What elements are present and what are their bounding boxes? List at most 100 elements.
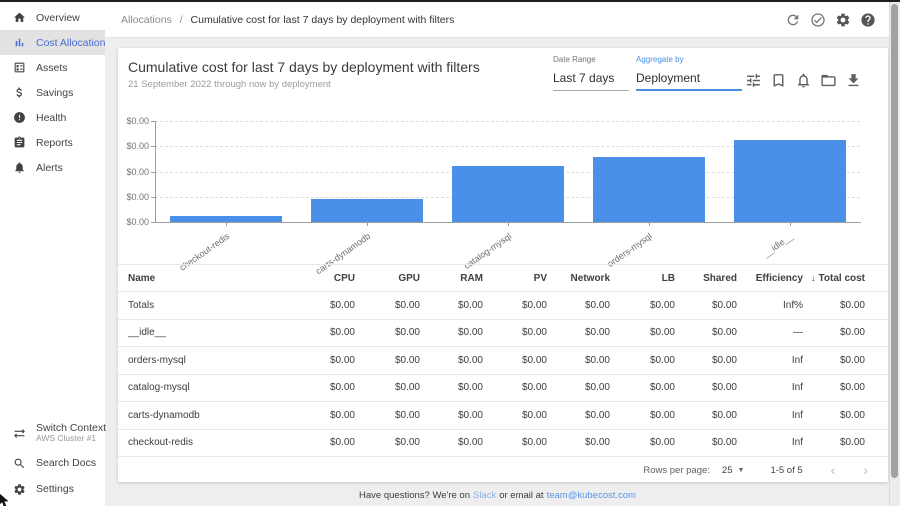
column-header-efficiency[interactable]: Efficiency [737,273,803,284]
row-value: $0.00 [610,300,675,311]
help-button[interactable] [860,12,876,28]
column-header-name[interactable]: Name [128,273,290,284]
chart-y-tick-label: $0.00 [118,141,149,151]
column-header-label: Shared [703,273,737,284]
sidebar-item-reports[interactable]: Reports [0,130,105,155]
aggregate-by-label: Aggregate by [636,55,742,64]
gear-filled-icon [835,12,851,28]
table-row-orders-mysql[interactable]: orders-mysql$0.00$0.00$0.00$0.00$0.00$0.… [118,347,888,375]
row-value: $0.00 [610,382,675,393]
vertical-scrollbar[interactable] [889,2,900,506]
row-value: $0.00 [420,410,483,421]
row-value: $0.00 [547,327,610,338]
row-value: $0.00 [420,327,483,338]
sidebar-item-overview[interactable]: Overview [0,5,105,30]
column-header-gpu[interactable]: GPU [355,273,420,284]
sidebar-item-assets[interactable]: Assets [0,55,105,80]
previous-page-button[interactable]: ‹ [831,463,836,477]
row-value: $0.00 [803,410,865,421]
breadcrumb: Allocations / Cumulative cost for last 7… [121,14,454,26]
sidebar-item-search-docs[interactable]: Search Docs [0,450,105,476]
swap-icon [13,427,26,440]
chart-x-label: __idle__ [762,231,796,259]
sidebar-footer: Switch ContextAWS Cluster #1Search DocsS… [0,416,105,502]
row-value: $0.00 [547,300,610,311]
chart-y-tick [151,172,155,173]
chart-x-tick [649,222,650,226]
chart-y-tick [151,197,155,198]
row-value: $0.00 [483,410,547,421]
row-value: — [737,327,803,338]
row-value: $0.00 [675,382,737,393]
bookmark-button[interactable] [770,72,787,89]
date-range-value[interactable]: Last 7 days [553,71,629,91]
date-range-field[interactable]: Date Range Last 7 days [553,55,629,91]
column-header-pv[interactable]: PV [483,273,547,284]
column-header-label: Total cost [819,273,865,284]
chart-y-tick-label: $0.00 [118,167,149,177]
chart-bar-orders-mysql[interactable] [593,157,705,222]
row-value: $0.00 [803,437,865,448]
aggregate-by-field[interactable]: Aggregate by Deployment [636,55,742,91]
download-button[interactable] [845,72,862,89]
sidebar-item-savings[interactable]: Savings [0,80,105,105]
home-icon [13,11,26,24]
bell-button[interactable] [795,72,812,89]
sidebar-item-settings[interactable]: Settings [0,476,105,502]
table-row-carts-dynamodb[interactable]: carts-dynamodb$0.00$0.00$0.00$0.00$0.00$… [118,402,888,430]
row-value: $0.00 [355,327,420,338]
chart-y-tick [151,222,155,223]
sidebar-item-label: Assets [36,62,68,74]
breadcrumb-section[interactable]: Allocations [121,14,172,26]
column-header-label: PV [534,273,547,284]
next-page-button[interactable]: › [863,463,868,477]
sidebar-item-alerts[interactable]: Alerts [0,155,105,180]
chart-bar-carts-dynamodb[interactable] [311,199,423,222]
folder-button[interactable] [820,72,837,89]
sidebar-item-health[interactable]: Health [0,105,105,130]
scrollbar-thumb[interactable] [891,4,898,478]
sidebar-item-label: Savings [36,87,73,99]
row-name: catalog-mysql [128,382,290,393]
row-name: checkout-redis [128,437,290,448]
tune-button[interactable] [745,72,762,89]
chart-bar-idle[interactable] [734,140,846,222]
column-header-ram[interactable]: RAM [420,273,483,284]
breadcrumb-separator: / [180,14,183,26]
refresh-button[interactable] [785,12,801,28]
caret-down-icon: ▼ [738,467,745,474]
kubecost-app: OverviewCost Allocation Assets Savings Heal… [0,0,900,506]
help-text: Have questions? We're on [359,490,470,501]
breadcrumb-page-title: Cumulative cost for last 7 days by deplo… [191,14,455,26]
column-header-lb[interactable]: LB [610,273,675,284]
column-header-shared[interactable]: Shared [675,273,737,284]
table-row-idle[interactable]: __idle__$0.00$0.00$0.00$0.00$0.00$0.00$0… [118,320,888,348]
sidebar-item-cost-allocation[interactable]: Cost Allocation [0,30,105,55]
pagination-range: 1-5 of 5 [770,465,802,476]
chart-x-tick [790,222,791,226]
reports-icon [13,136,26,149]
column-header-cpu[interactable]: CPU [290,273,355,284]
row-name: carts-dynamodb [128,410,290,421]
column-header-network[interactable]: Network [547,273,610,284]
row-value: $0.00 [483,437,547,448]
row-value: Inf% [737,300,803,311]
chart-bar-catalog-mysql[interactable] [452,166,564,222]
gear-filled-button[interactable] [835,12,851,28]
table-row-checkout-redis[interactable]: checkout-redis$0.00$0.00$0.00$0.00$0.00$… [118,430,888,458]
row-value: $0.00 [610,355,675,366]
email-link[interactable]: team@kubecost.com [547,490,636,501]
table-row-totals[interactable]: Totals$0.00$0.00$0.00$0.00$0.00$0.00$0.0… [118,292,888,320]
rows-per-page-select[interactable]: 25 ▼ [722,465,745,476]
column-header-total-cost[interactable]: ↓Total cost [803,273,865,284]
table-row-catalog-mysql[interactable]: catalog-mysql$0.00$0.00$0.00$0.00$0.00$0… [118,375,888,403]
sidebar-item-switch-context[interactable]: Switch ContextAWS Cluster #1 [0,416,105,450]
row-value: $0.00 [290,437,355,448]
check-circle-button[interactable] [810,12,826,28]
page-subtitle: 21 September 2022 through now by deploym… [128,79,331,90]
table-header-row: NameCPUGPURAM PVNetworkLB SharedEfficiency… [118,264,888,292]
row-value: $0.00 [355,300,420,311]
aggregate-by-value[interactable]: Deployment [636,71,742,91]
chart-gridline [155,121,860,122]
slack-link[interactable]: Slack [473,490,496,501]
